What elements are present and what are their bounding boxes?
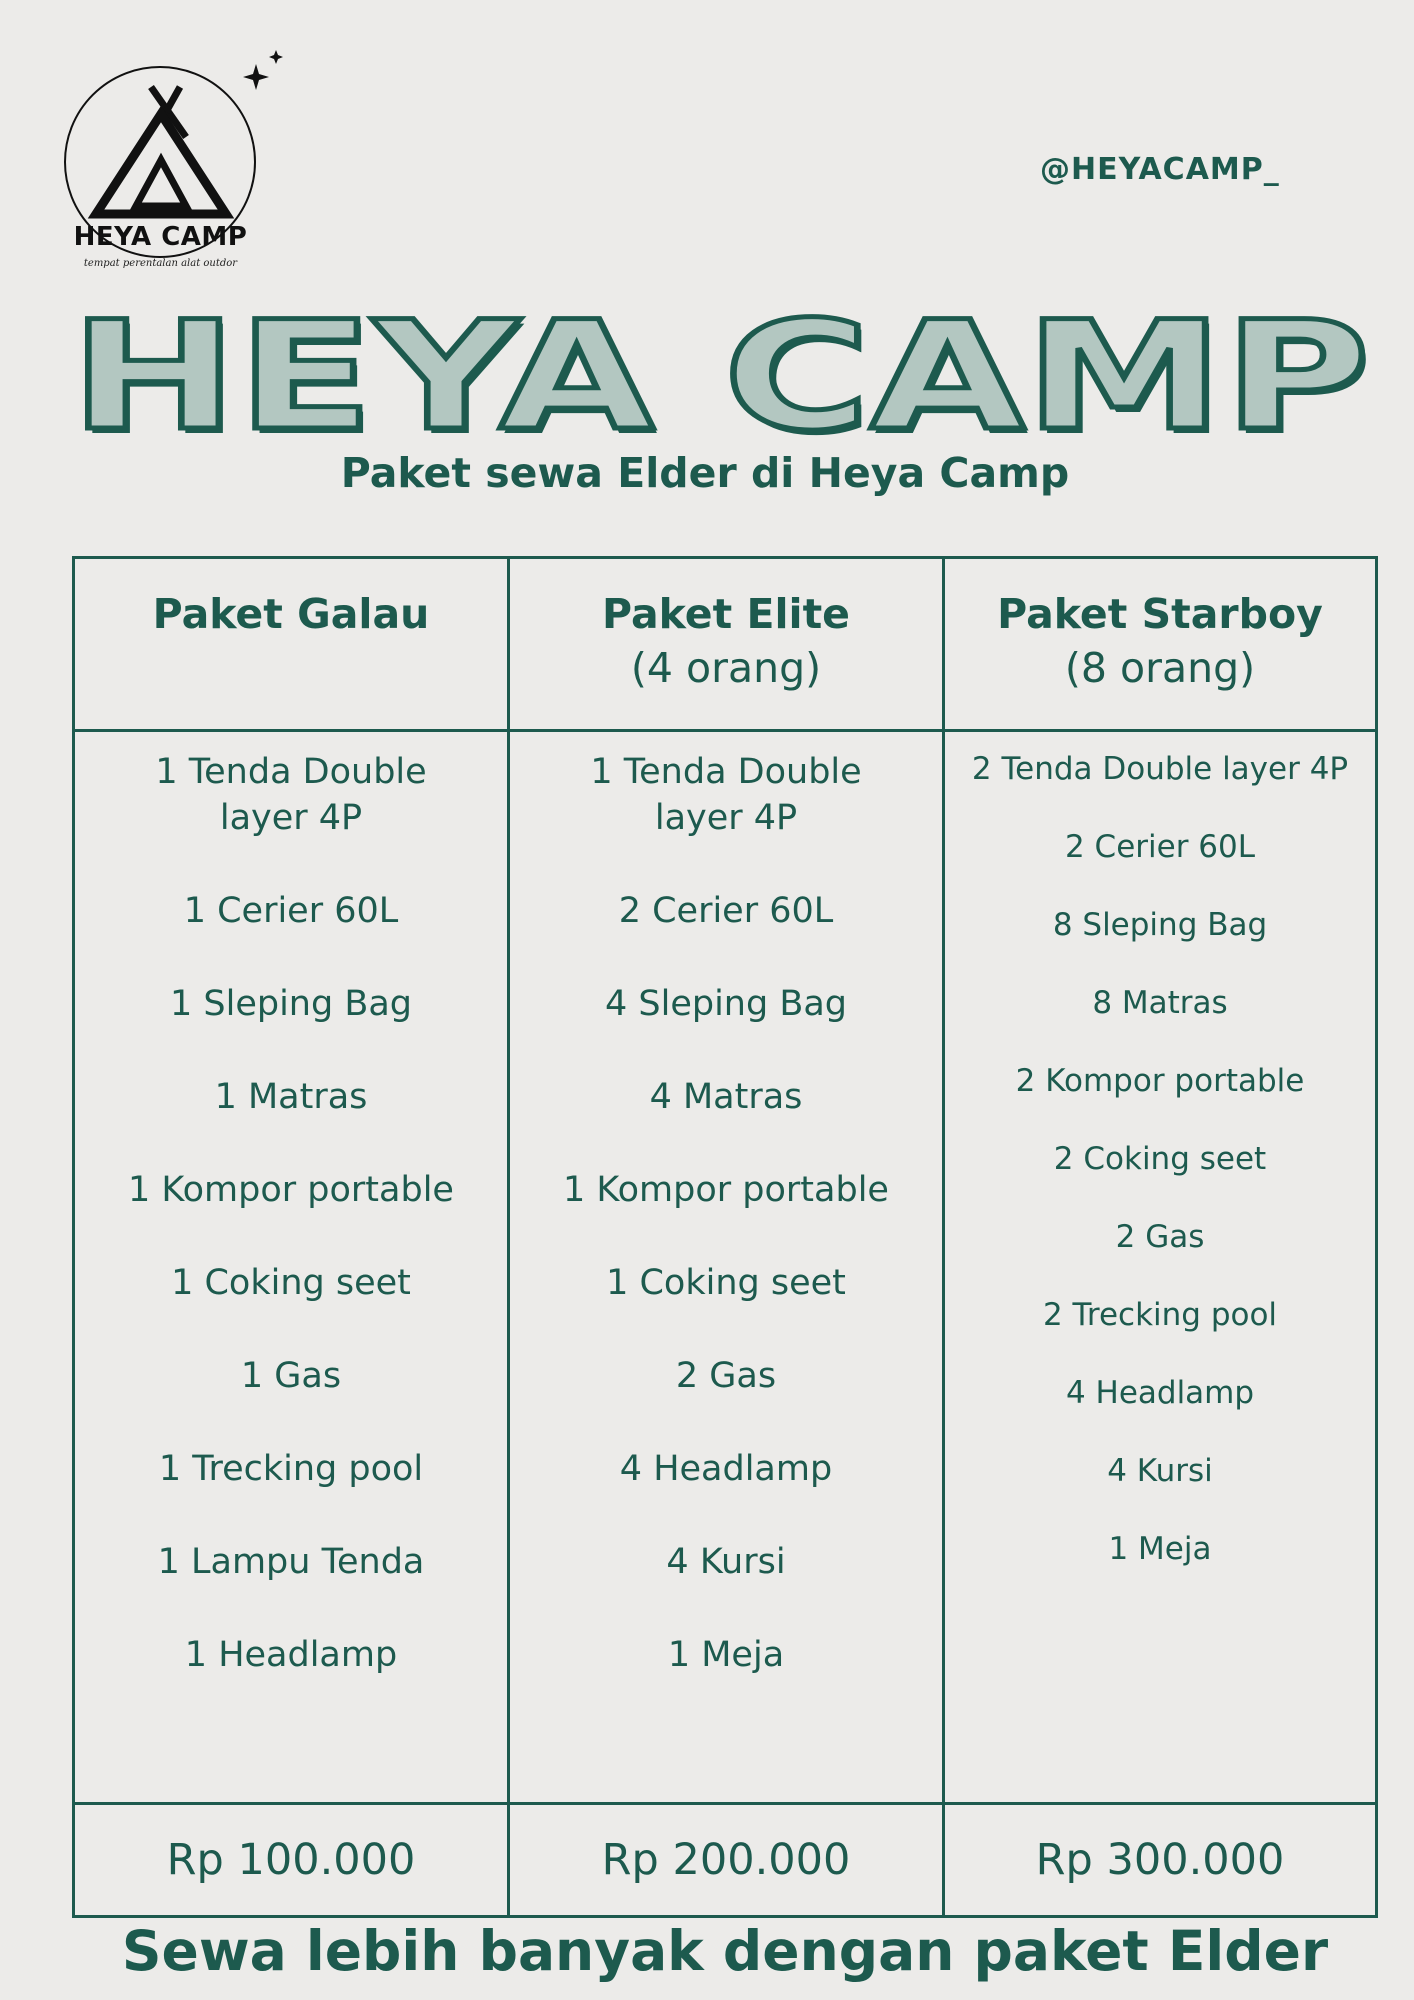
list-item: 8 Matras xyxy=(1092,985,1228,1021)
package-table: Paket Galau 1 Tenda Double layer 4P 1 Ce… xyxy=(72,556,1378,1918)
list-item: 1 Coking seet xyxy=(606,1263,846,1303)
list-item: 1 Coking seet xyxy=(171,1263,411,1303)
list-item: 4 Sleping Bag xyxy=(604,984,847,1024)
list-item: 2 Gas xyxy=(675,1356,777,1396)
list-item: 4 Headlamp xyxy=(1065,1375,1255,1411)
list-item: 1 Sleping Bag xyxy=(169,984,412,1024)
list-item: 1 Cerier 60L xyxy=(183,891,399,931)
list-item: 1 Tenda Double layer 4P xyxy=(155,752,427,838)
logo-name: HEYA CAMP xyxy=(73,222,248,252)
list-item: 2 Trecking pool xyxy=(1042,1297,1278,1333)
package-items-starboy: 2 Tenda Double layer 4P 2 Cerier 60L 8 S… xyxy=(945,749,1375,1607)
list-item: 4 Matras xyxy=(649,1077,803,1117)
list-item: 2 Coking seet xyxy=(1053,1141,1267,1177)
package-price: Rp 200.000 xyxy=(601,1835,851,1885)
package-name: Paket Starboy xyxy=(997,590,1323,638)
package-header-elite: Paket Elite (4 orang) xyxy=(510,559,942,729)
list-item: 1 Meja xyxy=(1108,1531,1212,1567)
package-items-galau: 1 Tenda Double layer 4P 1 Cerier 60L 1 S… xyxy=(75,749,507,1725)
footer-tagline: Sewa lebih banyak dengan paket Elder xyxy=(121,1919,1329,1983)
list-item: 2 Kompor portable xyxy=(1015,1063,1305,1099)
logo-tagline: tempat perentalan alat outdor xyxy=(83,258,238,269)
package-header-galau: Paket Galau xyxy=(75,559,507,729)
sparkle-icon xyxy=(243,64,269,90)
package-name: Paket Elite xyxy=(602,590,850,638)
page-title: HEYA CAMP HEYA CAMP xyxy=(68,295,1375,455)
list-item: 1 Kompor portable xyxy=(563,1170,889,1210)
list-item: 1 Headlamp xyxy=(184,1635,398,1675)
package-items-elite: 1 Tenda Double layer 4P 2 Cerier 60L 4 S… xyxy=(510,749,942,1725)
package-price: Rp 100.000 xyxy=(166,1835,416,1885)
list-item: 2 Tenda Double layer 4P xyxy=(971,751,1349,787)
list-item: 1 Matras xyxy=(214,1077,368,1117)
list-item: 8 Sleping Bag xyxy=(1052,907,1268,943)
list-item: 2 Cerier 60L xyxy=(618,891,834,931)
list-item: 4 Kursi xyxy=(1107,1453,1213,1489)
package-price: Rp 300.000 xyxy=(1035,1835,1285,1885)
package-people: (4 orang) xyxy=(630,644,822,692)
list-item: 1 Kompor portable xyxy=(128,1170,454,1210)
subtitle: Paket sewa Elder di Heya Camp xyxy=(340,449,1070,497)
page-title-text: HEYA CAMP xyxy=(70,295,1370,455)
list-item: 1 Lampu Tenda xyxy=(157,1542,425,1582)
list-item: 1 Tenda Double layer 4P xyxy=(590,752,862,838)
package-header-starboy: Paket Starboy (8 orang) xyxy=(945,559,1375,729)
list-item: 2 Cerier 60L xyxy=(1064,829,1256,865)
list-item: 1 Gas xyxy=(240,1356,342,1396)
list-item: 4 Kursi xyxy=(666,1542,786,1582)
header-divider xyxy=(75,729,1375,732)
list-item: 1 Meja xyxy=(667,1635,785,1675)
list-item: 4 Headlamp xyxy=(619,1449,833,1489)
social-handle: @HEYACAMP_ xyxy=(1040,152,1280,187)
package-name: Paket Galau xyxy=(152,590,430,638)
list-item: 2 Gas xyxy=(1115,1219,1205,1255)
list-item: 1 Trecking pool xyxy=(158,1449,424,1489)
package-people: (8 orang) xyxy=(1064,644,1256,692)
